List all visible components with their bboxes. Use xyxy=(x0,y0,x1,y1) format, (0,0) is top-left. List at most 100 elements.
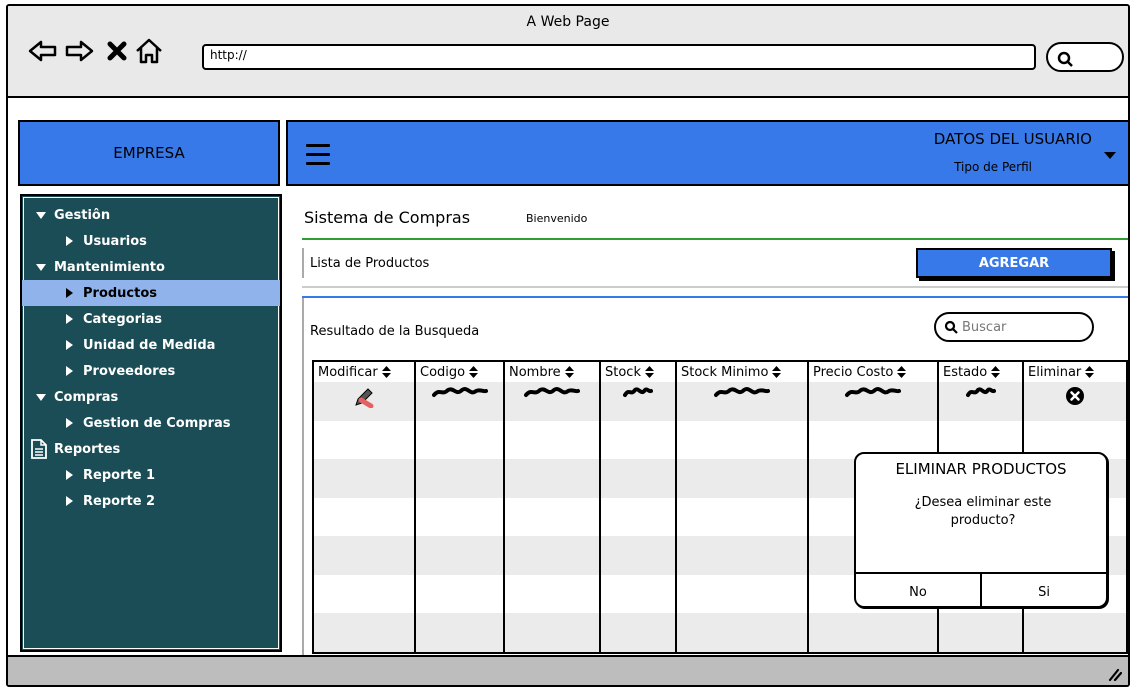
column-header[interactable]: Codigo xyxy=(416,362,505,382)
divider xyxy=(302,248,304,278)
search-icon xyxy=(944,320,958,334)
column-header[interactable]: Eliminar xyxy=(1024,362,1126,382)
sidebar-item-mantenimiento[interactable]: Mantenimiento xyxy=(22,254,280,280)
table-row xyxy=(314,382,1126,421)
sidebar-item-reporte-2[interactable]: Reporte 2 xyxy=(22,488,280,514)
sidebar-item-gestion[interactable]: Gestiôn xyxy=(22,202,280,228)
triangle-right-icon xyxy=(66,340,73,350)
table-cell xyxy=(314,382,416,421)
welcome-text: Bienvenido xyxy=(526,212,588,225)
table-cell xyxy=(809,382,939,421)
delete-circle-x-icon[interactable] xyxy=(1065,386,1085,410)
dialog-title: ELIMINAR PRODUCTOS xyxy=(895,460,1067,478)
scribble-placeholder xyxy=(524,387,580,397)
sidebar-item-reporte-1[interactable]: Reporte 1 xyxy=(22,462,280,488)
user-dropdown-icon[interactable] xyxy=(1104,152,1116,159)
sidebar-item-proveedores[interactable]: Proveedores xyxy=(22,358,280,384)
sort-icon[interactable] xyxy=(469,366,479,378)
back-arrow-icon[interactable] xyxy=(26,36,60,66)
divider xyxy=(302,286,1128,288)
window-title: A Web Page xyxy=(526,14,610,30)
table-cell xyxy=(505,382,601,421)
triangle-right-icon xyxy=(66,470,73,480)
status-bar xyxy=(8,655,1128,685)
column-header[interactable]: Stock Minimo xyxy=(677,362,809,382)
delete-confirm-dialog: ELIMINAR PRODUCTOS ¿Desea eliminar este … xyxy=(854,452,1108,608)
column-header[interactable]: Modificar xyxy=(314,362,416,382)
column-header[interactable]: Estado xyxy=(939,362,1024,382)
sidebar-item-compras[interactable]: Compras xyxy=(22,384,280,410)
table-cell xyxy=(939,382,1024,421)
no-button[interactable]: No xyxy=(856,574,980,606)
sidebar-item-label: Proveedores xyxy=(83,363,176,379)
table-cell xyxy=(1024,382,1126,421)
address-bar[interactable]: http:// xyxy=(202,44,1036,70)
search-placeholder: Buscar xyxy=(962,319,1007,335)
scribble-placeholder xyxy=(431,387,488,397)
magnifier-icon xyxy=(1057,51,1073,67)
sidebar-menu: Gestiôn Usuarios Mantenimiento Productos… xyxy=(20,194,282,652)
scribble-placeholder xyxy=(845,387,901,397)
sidebar-item-label: Reporte 1 xyxy=(83,467,156,483)
sidebar-item-label: Reportes xyxy=(54,441,121,457)
result-title: Resultado de la Busqueda xyxy=(310,324,480,339)
home-icon[interactable] xyxy=(132,36,166,66)
top-navbar: DATOS DEL USUARIO Tipo de Perfil xyxy=(286,120,1128,186)
divider xyxy=(302,298,304,658)
table-row xyxy=(314,613,1126,652)
sidebar-item-label: Categorias xyxy=(83,311,162,327)
resize-grip-icon[interactable] xyxy=(1106,665,1122,681)
table-cell xyxy=(677,382,809,421)
sidebar-item-reportes[interactable]: Reportes xyxy=(22,436,280,462)
edit-pencil-icon[interactable] xyxy=(353,386,375,412)
triangle-down-icon xyxy=(36,263,46,271)
sidebar-item-label: Gestion de Compras xyxy=(83,415,231,431)
divider xyxy=(302,238,1128,240)
triangle-down-icon xyxy=(36,211,46,219)
triangle-right-icon xyxy=(66,366,73,376)
hamburger-menu-icon[interactable] xyxy=(306,144,330,166)
user-name[interactable]: DATOS DEL USUARIO xyxy=(934,130,1092,148)
sort-icon[interactable] xyxy=(564,366,574,378)
sidebar-item-label: Usuarios xyxy=(83,233,147,249)
document-icon xyxy=(30,439,48,459)
table-row xyxy=(314,651,1126,652)
page-title: Sistema de Compras xyxy=(304,208,471,227)
sidebar-item-productos[interactable]: Productos xyxy=(22,280,280,306)
sidebar-item-usuarios[interactable]: Usuarios xyxy=(22,228,280,254)
forward-arrow-icon[interactable] xyxy=(62,36,96,66)
list-title: Lista de Productos xyxy=(310,256,430,271)
sidebar-item-label: Reporte 2 xyxy=(83,493,156,509)
yes-button[interactable]: Si xyxy=(980,574,1106,606)
column-header[interactable]: Precio Costo xyxy=(809,362,939,382)
sidebar-item-label: Gestiôn xyxy=(54,207,111,223)
divider xyxy=(302,296,1128,298)
table-header: Modificar Codigo Nombre Stock Stock Mini… xyxy=(314,362,1126,382)
sort-icon[interactable] xyxy=(644,366,654,378)
sort-icon[interactable] xyxy=(991,366,1001,378)
sort-icon[interactable] xyxy=(1085,366,1095,378)
sidebar-item-categorias[interactable]: Categorias xyxy=(22,306,280,332)
dialog-actions: No Si xyxy=(856,572,1106,606)
dialog-message: ¿Desea eliminar este producto? xyxy=(914,495,1052,528)
sort-icon[interactable] xyxy=(772,366,782,378)
triangle-right-icon xyxy=(66,418,73,428)
sort-icon[interactable] xyxy=(381,366,391,378)
triangle-down-icon xyxy=(36,393,46,401)
triangle-right-icon xyxy=(66,236,73,246)
sidebar-item-label: Mantenimiento xyxy=(54,259,165,275)
column-header[interactable]: Nombre xyxy=(505,362,601,382)
sort-icon[interactable] xyxy=(897,366,907,378)
triangle-right-icon xyxy=(66,496,73,506)
triangle-right-icon xyxy=(66,314,73,324)
sidebar-item-label: Compras xyxy=(54,389,119,405)
sidebar-item-unidad-de-medida[interactable]: Unidad de Medida xyxy=(22,332,280,358)
stop-icon[interactable] xyxy=(100,36,134,66)
browser-search-button[interactable] xyxy=(1046,42,1124,72)
scribble-placeholder xyxy=(623,387,653,397)
search-input[interactable]: Buscar xyxy=(934,312,1094,342)
sidebar-item-gestion-de-compras[interactable]: Gestion de Compras xyxy=(22,410,280,436)
column-header[interactable]: Stock xyxy=(601,362,677,382)
triangle-right-icon xyxy=(66,288,73,298)
add-button[interactable]: AGREGAR xyxy=(916,248,1112,278)
